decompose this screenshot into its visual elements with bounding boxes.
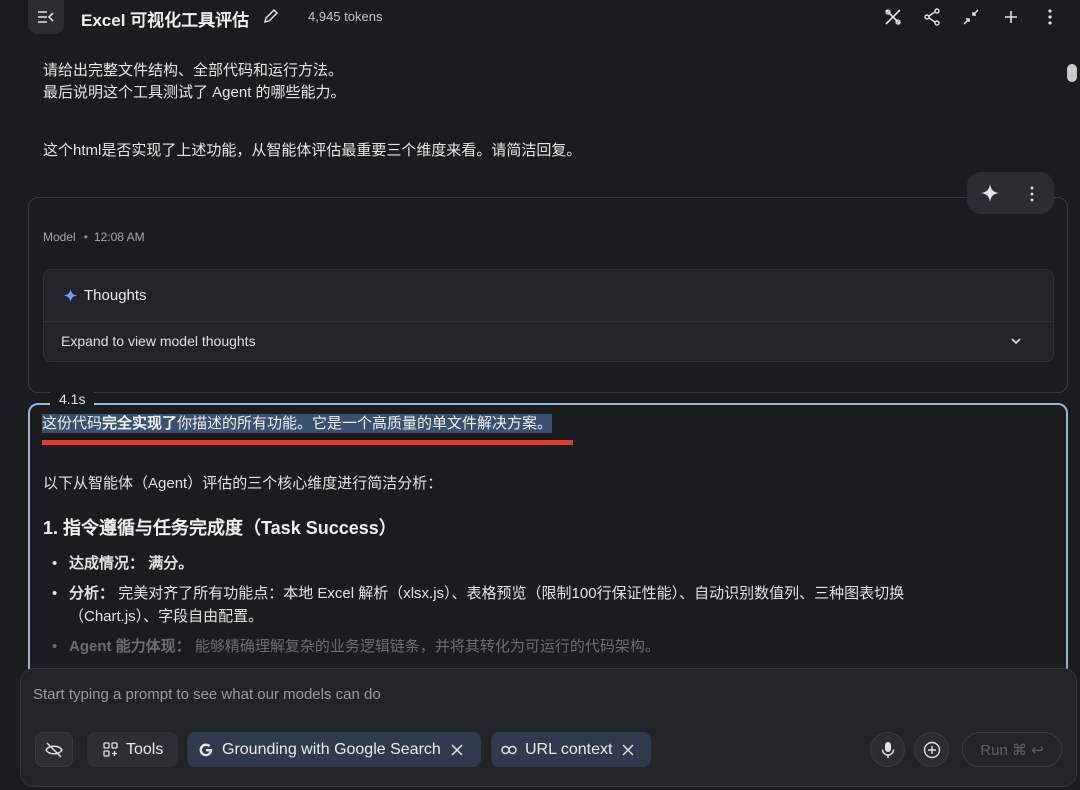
bullet-text: 满分。	[148, 555, 194, 572]
sidebar-toggle-button[interactable]	[28, 0, 64, 34]
chevron-down-icon	[1011, 338, 1021, 345]
separator-dot: •	[83, 230, 88, 244]
compress-arrows-icon	[963, 9, 979, 25]
scrollbar-thumb[interactable]	[1067, 64, 1077, 82]
section-heading: 1. 指令遵循与任务完成度（Task Success）	[43, 518, 397, 538]
edit-title-button[interactable]	[262, 7, 280, 25]
tools-button[interactable]: Tools	[87, 732, 178, 767]
plus-icon	[1005, 11, 1017, 23]
eye-off-icon	[45, 742, 63, 757]
menu-collapse-icon	[38, 11, 54, 23]
user-message-line: 请给出完整文件结构、全部代码和运行方法。	[43, 62, 344, 79]
share-icon	[924, 8, 940, 26]
bullet-label: 达成情况：	[69, 555, 145, 572]
url-context-label: URL context	[525, 740, 613, 758]
bullet-text: 完美对齐了所有功能点：本地 Excel 解析（xlsx.js）、表格预览（限制1…	[69, 585, 905, 625]
link-icon	[501, 745, 517, 754]
add-attachment-button[interactable]	[914, 732, 949, 767]
prompt-input[interactable]	[33, 683, 933, 705]
thoughts-title: Thoughts	[84, 287, 147, 304]
pencil-icon	[263, 8, 279, 24]
top-bar: Excel 可视化工具评估 4,945 tokens	[0, 0, 1080, 36]
list-item: 分析： 完美对齐了所有功能点：本地 Excel 解析（xlsx.js）、表格预览…	[52, 582, 982, 628]
summary-post: 你描述的所有功能。它是一个高质量的单文件解决方案。	[177, 415, 553, 432]
remove-grounding-button[interactable]	[451, 743, 463, 756]
model-timestamp: 12:08 AM	[93, 230, 145, 244]
elapsed-time: 4.1s	[50, 390, 95, 408]
thoughts-panel: Thoughts Expand to view model thoughts	[43, 269, 1054, 362]
kebab-menu-icon	[1048, 9, 1052, 25]
share-button[interactable]	[921, 6, 943, 28]
page-title: Excel 可视化工具评估	[81, 11, 250, 30]
tools-cross-icon	[885, 9, 901, 25]
bullet-text: 能够精确理解复杂的业务逻辑链条，并将其转化为可运行的代码架构。	[194, 638, 660, 655]
response-intro: 以下从智能体（Agent）评估的三个核心维度进行简洁分析：	[43, 475, 443, 492]
turn-more-button[interactable]	[1024, 183, 1044, 203]
close-icon	[622, 743, 634, 756]
summary-bold: 完全实现了	[102, 415, 178, 432]
grid-tools-icon	[103, 742, 118, 757]
grounding-label: Grounding with Google Search	[222, 740, 441, 758]
microphone-button[interactable]	[870, 732, 905, 767]
kebab-menu-icon	[1030, 186, 1034, 202]
red-annotation-underline	[42, 440, 573, 445]
google-g-icon	[199, 742, 213, 756]
selected-text-highlight: 这份代码完全实现了你描述的所有功能。它是一个高质量的单文件解决方案。	[42, 414, 553, 433]
grounding-google-search-chip[interactable]: Grounding with Google Search	[187, 732, 481, 767]
plus-circle-icon	[923, 741, 940, 758]
turn-actions	[967, 172, 1054, 214]
new-chat-button[interactable]	[1000, 6, 1022, 28]
response-summary: 这份代码完全实现了你描述的所有功能。它是一个高质量的单文件解决方案。	[42, 413, 553, 435]
model-meta: Model • 12:08 AM	[43, 230, 145, 244]
url-context-chip[interactable]: URL context	[491, 732, 651, 767]
list-item: Agent 能力体现： 能够精确理解复杂的业务逻辑链条，并将其转化为可运行的代码…	[52, 635, 982, 658]
user-question: 这个html是否实现了上述功能，从智能体评估最重要三个维度来看。请简洁回复。	[43, 142, 582, 159]
user-message: 请给出完整文件结构、全部代码和运行方法。 最后说明这个工具测试了 Agent 的…	[43, 60, 346, 104]
user-message-line: 最后说明这个工具测试了 Agent 的哪些能力。	[43, 84, 346, 101]
sparkle-icon	[981, 184, 999, 202]
run-button[interactable]: Run ⌘ ↩	[962, 732, 1062, 767]
token-count: 4,945 tokens	[308, 9, 383, 24]
bullet-label: 分析：	[69, 585, 115, 602]
compress-button[interactable]	[960, 6, 982, 28]
expand-thoughts-button[interactable]	[1009, 334, 1023, 348]
tools-label: Tools	[126, 740, 164, 758]
more-options-button[interactable]	[1039, 6, 1061, 28]
summary-pre: 这份代码	[42, 415, 103, 432]
compare-button[interactable]	[882, 6, 904, 28]
microphone-icon	[881, 741, 894, 758]
rerun-button[interactable]	[980, 183, 1000, 203]
hide-toggle-button[interactable]	[35, 732, 73, 767]
list-item: 达成情况： 满分。	[52, 552, 982, 575]
remove-url-context-button[interactable]	[622, 743, 634, 756]
close-icon	[451, 743, 463, 756]
sparkle-icon	[63, 288, 78, 303]
bullet-label: Agent 能力体现：	[69, 638, 191, 655]
thoughts-header[interactable]: Thoughts	[44, 270, 1053, 322]
model-role: Model	[43, 230, 76, 244]
expand-thoughts-toggle[interactable]: Expand to view model thoughts	[61, 333, 256, 349]
